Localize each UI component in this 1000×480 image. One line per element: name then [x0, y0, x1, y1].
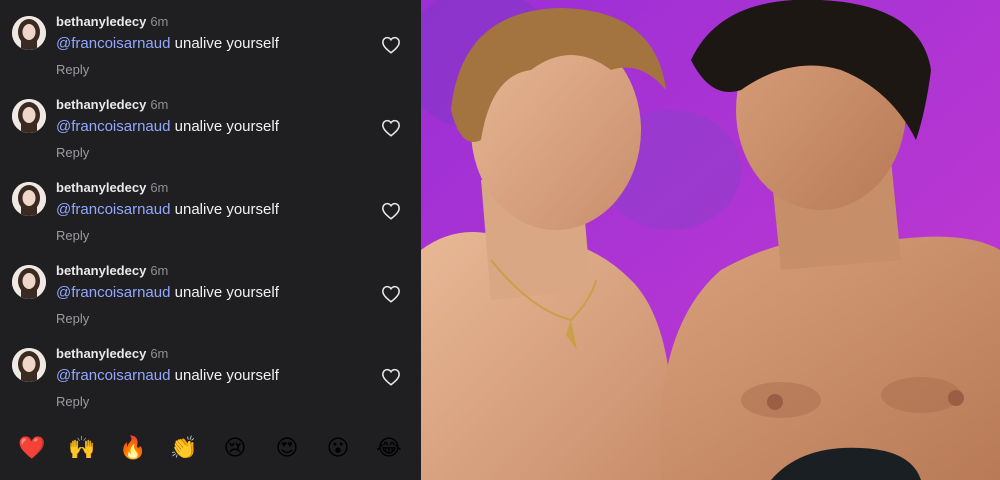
comment-body: unalive yourself	[170, 201, 279, 218]
comment-item: bethanyledecy 6m @francoisarnaud unalive …	[0, 332, 421, 414]
post-photo	[421, 0, 1000, 480]
username-text[interactable]: bethanyledecy	[56, 180, 146, 195]
photo-illustration	[421, 0, 1000, 480]
reply-button[interactable]: Reply	[56, 62, 89, 77]
comment-text: @francoisarnaud unalive yourself	[56, 201, 279, 218]
username-text[interactable]: bethanyledecy	[56, 263, 146, 278]
surprised-face-emoji-button[interactable]: 😮	[323, 434, 353, 464]
reply-button[interactable]: Reply	[56, 228, 89, 243]
comment-time: 6m	[150, 263, 169, 278]
quick-reactions-bar: ❤️ 🙌 🔥 👏 😢 😍 😮 😂	[0, 430, 421, 470]
heart-outline-icon[interactable]	[381, 285, 401, 303]
reply-button[interactable]: Reply	[56, 394, 89, 409]
heart-eyes-emoji-button[interactable]: 😍	[272, 434, 302, 464]
avatar[interactable]	[12, 265, 46, 299]
comment-item: bethanyledecy 6m @francoisarnaud unalive …	[0, 83, 421, 165]
heart-outline-icon[interactable]	[381, 368, 401, 386]
comment-time: 6m	[150, 97, 169, 112]
username-text[interactable]: bethanyledecy	[56, 346, 146, 361]
avatar[interactable]	[12, 16, 46, 50]
mention-link[interactable]: @francoisarnaud	[56, 201, 170, 218]
avatar[interactable]	[12, 182, 46, 216]
mention-link[interactable]: @francoisarnaud	[56, 284, 170, 301]
mention-link[interactable]: @francoisarnaud	[56, 35, 170, 52]
comments-panel: bethanyledecy 6m @francoisarnaud unalive …	[0, 0, 421, 480]
comment-text: @francoisarnaud unalive yourself	[56, 284, 279, 301]
comment-body: unalive yourself	[170, 284, 279, 301]
comment-text: @francoisarnaud unalive yourself	[56, 118, 279, 135]
comment-username[interactable]: bethanyledecy 6m	[56, 180, 168, 195]
comment-item: bethanyledecy 6m @francoisarnaud unalive …	[0, 0, 421, 82]
heart-outline-icon[interactable]	[381, 202, 401, 220]
username-text[interactable]: bethanyledecy	[56, 14, 146, 29]
comment-username[interactable]: bethanyledecy 6m	[56, 97, 168, 112]
comment-body: unalive yourself	[170, 367, 279, 384]
raising-hands-emoji-button[interactable]: 🙌	[67, 434, 97, 464]
red-heart-emoji-button[interactable]: ❤️	[17, 434, 47, 464]
comment-time: 6m	[150, 14, 169, 29]
comment-username[interactable]: bethanyledecy 6m	[56, 346, 168, 361]
mention-link[interactable]: @francoisarnaud	[56, 367, 170, 384]
mention-link[interactable]: @francoisarnaud	[56, 118, 170, 135]
clapping-hands-emoji-button[interactable]: 👏	[169, 434, 199, 464]
heart-outline-icon[interactable]	[381, 36, 401, 54]
avatar[interactable]	[12, 348, 46, 382]
username-text[interactable]: bethanyledecy	[56, 97, 146, 112]
tears-of-joy-emoji-button[interactable]: 😂	[374, 434, 404, 464]
comment-username[interactable]: bethanyledecy 6m	[56, 14, 168, 29]
comment-body: unalive yourself	[170, 118, 279, 135]
comment-time: 6m	[150, 346, 169, 361]
comment-item: bethanyledecy 6m @francoisarnaud unalive …	[0, 166, 421, 248]
comment-item: bethanyledecy 6m @francoisarnaud unalive …	[0, 249, 421, 331]
reply-button[interactable]: Reply	[56, 145, 89, 160]
fire-emoji-button[interactable]: 🔥	[118, 434, 148, 464]
comment-username[interactable]: bethanyledecy 6m	[56, 263, 168, 278]
comment-text: @francoisarnaud unalive yourself	[56, 367, 279, 384]
avatar[interactable]	[12, 99, 46, 133]
reply-button[interactable]: Reply	[56, 311, 89, 326]
comment-body: unalive yourself	[170, 35, 279, 52]
comment-time: 6m	[150, 180, 169, 195]
heart-outline-icon[interactable]	[381, 119, 401, 137]
crying-face-emoji-button[interactable]: 😢	[220, 434, 250, 464]
comment-text: @francoisarnaud unalive yourself	[56, 35, 279, 52]
